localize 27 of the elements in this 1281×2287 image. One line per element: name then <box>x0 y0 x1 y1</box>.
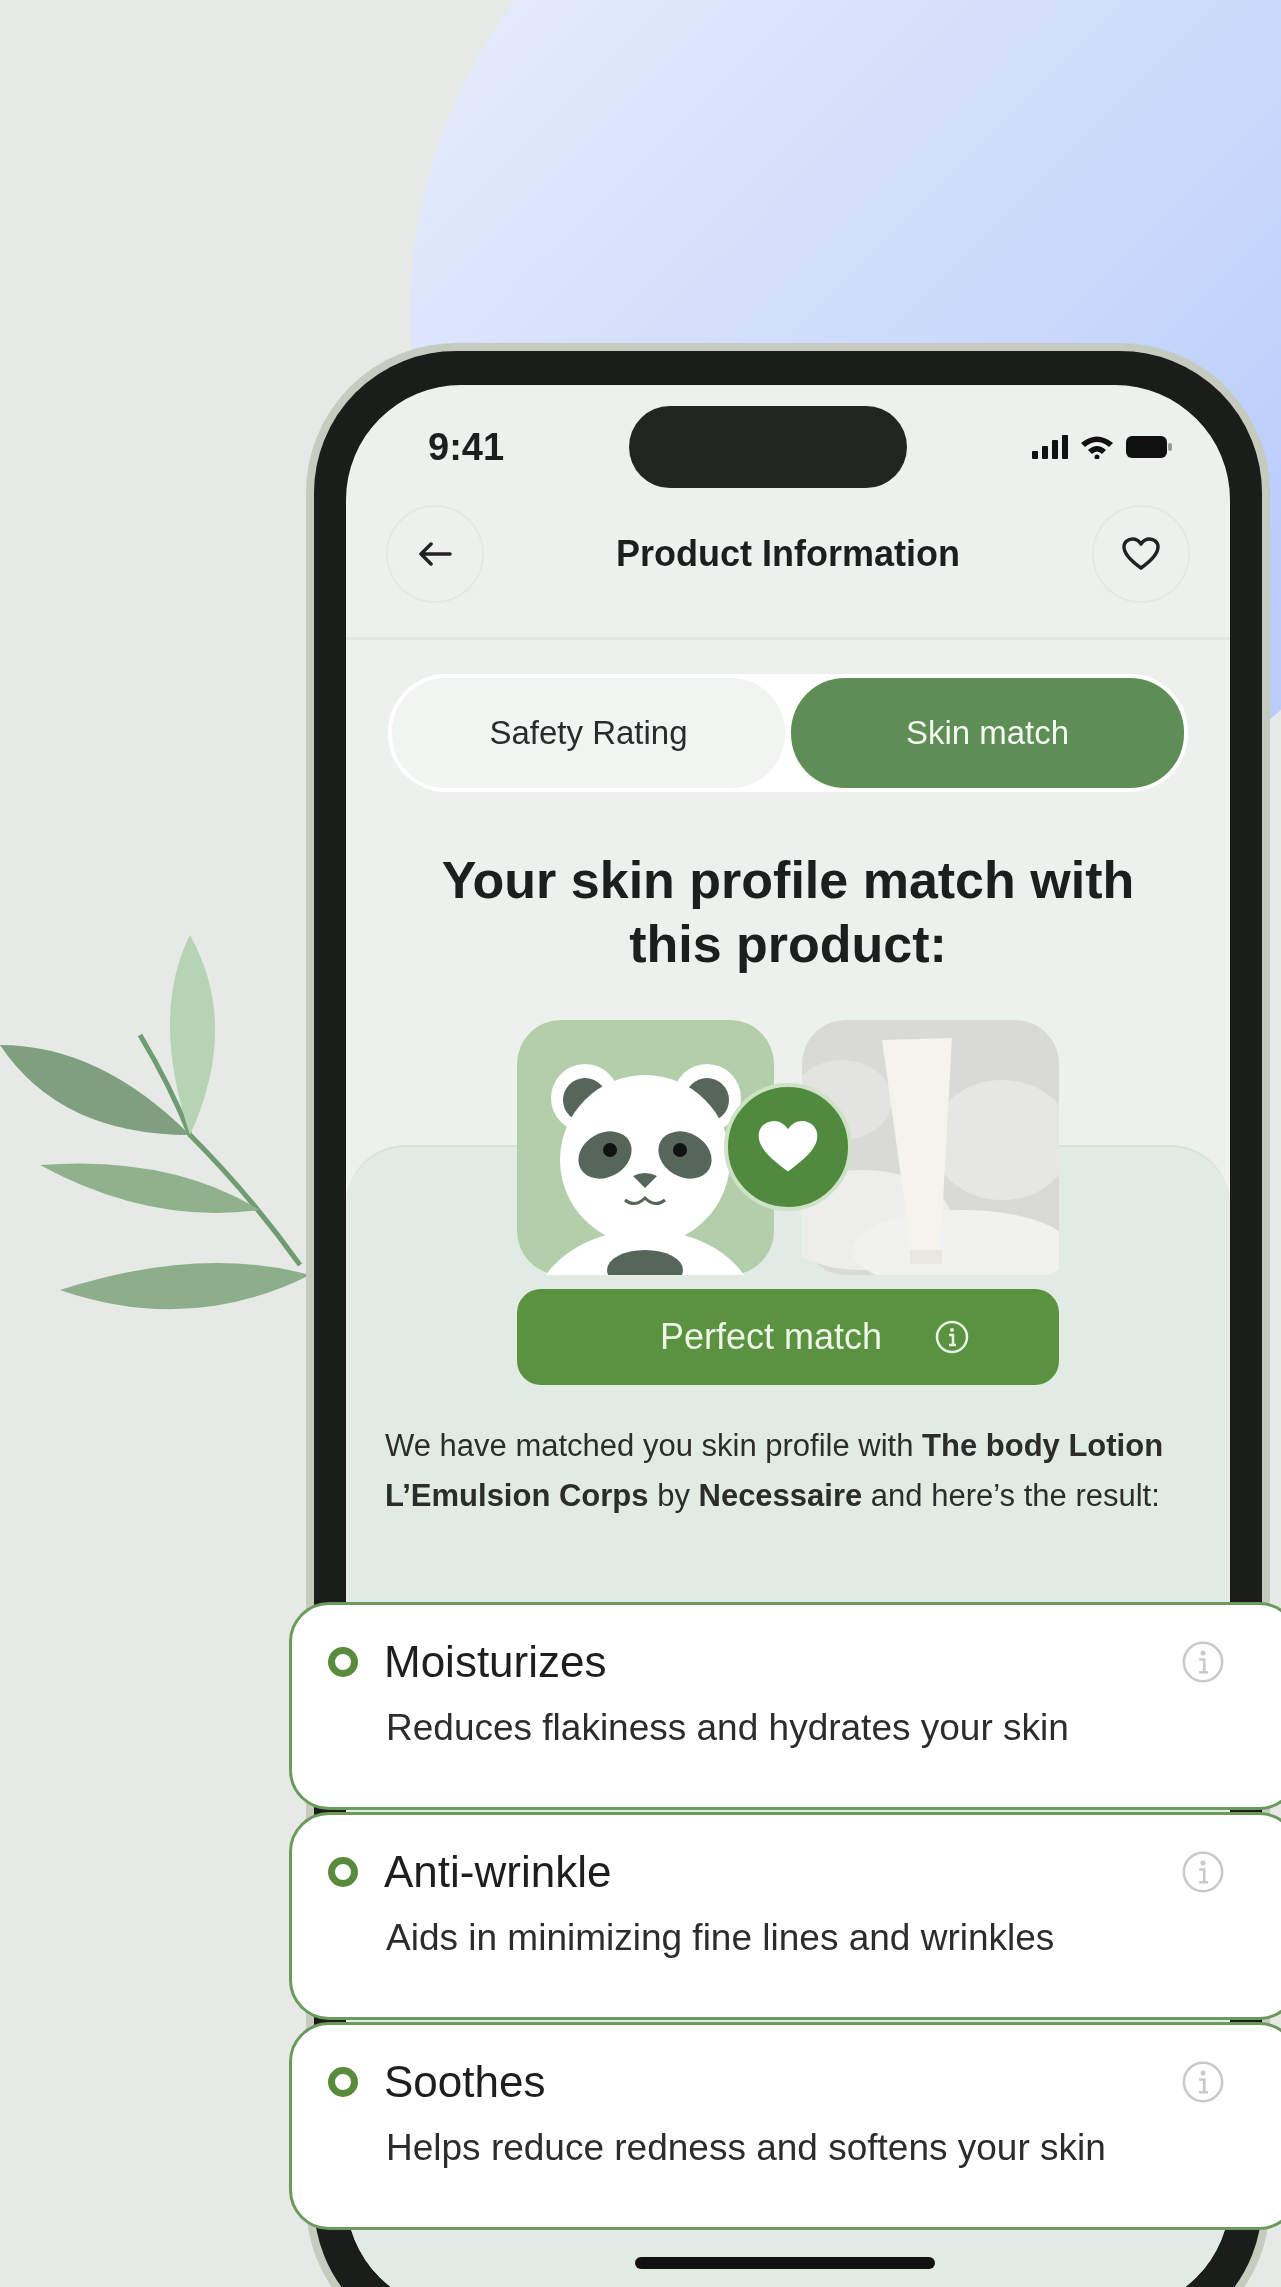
benefit-description: Reduces flakiness and hydrates your skin <box>385 1707 1070 1749</box>
info-icon <box>934 1319 971 1355</box>
benefit-title: Soothes <box>384 2057 547 2107</box>
tab[interactable]: Skin match <box>791 678 1184 788</box>
bullet-icon <box>328 1647 358 1677</box>
screen-title: Product Information <box>616 533 960 575</box>
bullet-icon <box>328 2067 358 2097</box>
benefit-title: Moisturizes <box>384 1637 608 1687</box>
status-time: 9:41 <box>428 425 505 469</box>
info-icon[interactable] <box>1180 1639 1226 1685</box>
signal-icon <box>1032 435 1068 459</box>
back-button[interactable] <box>386 505 484 603</box>
info-icon[interactable] <box>1180 2059 1226 2105</box>
battery-icon <box>1126 436 1172 458</box>
benefit-title: Anti-wrinkle <box>384 1847 613 1897</box>
tab[interactable]: Safety Rating <box>392 678 785 788</box>
bullet-icon <box>328 1857 358 1887</box>
match-result-button[interactable]: Perfect match <box>517 1289 1059 1385</box>
benefit-description: Aids in minimizing fine lines and wrinkles <box>385 1917 1056 1959</box>
benefit-description: Helps reduce redness and softens your skin <box>385 2127 1107 2169</box>
back-arrow-icon <box>418 542 452 566</box>
heart-icon <box>1122 537 1160 571</box>
heading: Your skin profile match with this product: <box>440 850 1136 975</box>
description: We have matched you skin profile with The body Lotion L’Emulsion Corps by Necessaire and here’s the result: <box>385 1427 1165 1515</box>
info-icon[interactable] <box>1180 1849 1226 1895</box>
favorite-button[interactable] <box>1092 505 1190 603</box>
wifi-icon <box>1080 435 1114 459</box>
